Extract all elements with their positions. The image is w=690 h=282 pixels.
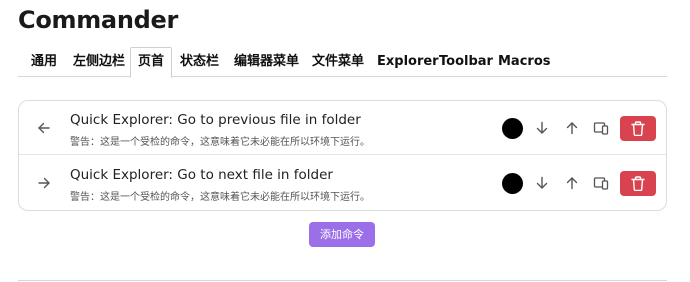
trash-icon [631,176,645,191]
tab-macros[interactable]: Macros [498,47,551,76]
tab-editor-menu[interactable]: 编辑器菜单 [234,47,299,76]
arrow-down-icon[interactable] [534,120,550,136]
color-picker[interactable] [502,173,523,194]
tab-bar: 通用 左侧边栏 页首 状态栏 编辑器菜单 文件菜单 Explorer Toolb… [18,47,667,78]
command-warning: 警告：这是一个受检的命令，这意味着它未必能在所以环境下运行。 [70,137,370,148]
add-command-button[interactable]: 添加命令 [309,222,375,247]
page-title: Commander [18,6,178,34]
command-row: Quick Explorer: Go to previous file in f… [19,101,666,155]
commander-settings: Commander 通用 左侧边栏 页首 状态栏 编辑器菜单 文件菜单 Expl… [0,0,690,282]
delete-button[interactable] [620,171,656,196]
command-name: Quick Explorer: Go to next file in folde… [70,167,333,183]
arrow-up-icon[interactable] [564,120,580,136]
tab-left-sidebar[interactable]: 左侧边栏 [73,47,125,76]
tab-explorer[interactable]: Explorer [377,47,439,76]
trash-icon [631,121,645,136]
command-row: Quick Explorer: Go to next file in folde… [19,156,666,210]
arrow-up-icon[interactable] [564,175,580,191]
arrow-down-icon[interactable] [534,175,550,191]
command-list: Quick Explorer: Go to previous file in f… [18,100,667,211]
arrow-left-icon[interactable] [36,120,52,136]
devices-icon[interactable] [593,175,609,191]
devices-icon[interactable] [593,120,609,136]
tab-status-bar[interactable]: 状态栏 [180,47,219,76]
tab-toolbar[interactable]: Toolbar [439,47,493,76]
tab-page-header[interactable]: 页首 [130,47,172,78]
divider [18,280,667,281]
tab-file-menu[interactable]: 文件菜单 [312,47,364,76]
delete-button[interactable] [620,116,656,141]
command-name: Quick Explorer: Go to previous file in f… [70,112,361,128]
color-picker[interactable] [502,118,523,139]
command-warning: 警告：这是一个受检的命令，这意味着它未必能在所以环境下运行。 [70,192,370,203]
tab-general[interactable]: 通用 [31,47,57,76]
arrow-right-icon[interactable] [36,175,52,191]
